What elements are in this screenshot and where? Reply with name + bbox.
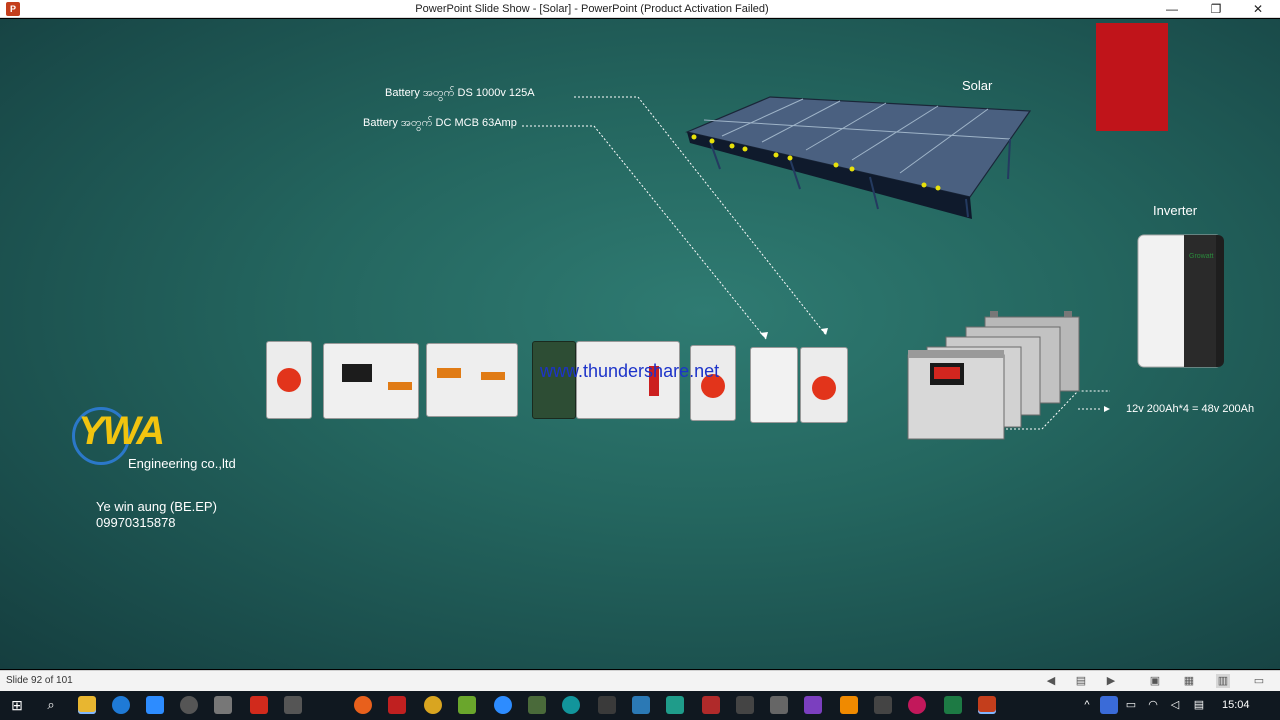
taskbar-clock[interactable]: 15:04 xyxy=(1222,691,1250,720)
minimize-button[interactable]: — xyxy=(1152,0,1192,18)
arrowhead xyxy=(760,332,768,339)
app-icon[interactable] xyxy=(424,696,442,714)
wifi-icon[interactable]: ◠ xyxy=(1144,696,1162,714)
solar-panel-array xyxy=(685,96,1032,219)
battery-ds-switch xyxy=(800,347,848,423)
slide-indicator: Slide 92 of 101 xyxy=(6,675,73,686)
logo-text: YWA xyxy=(78,409,165,453)
arrowhead xyxy=(1104,406,1110,412)
next-icon[interactable]: ▶ xyxy=(1104,674,1118,688)
close-button[interactable]: ✕ xyxy=(1238,0,1278,18)
app-icon[interactable] xyxy=(632,696,650,714)
search-icon[interactable]: ⌕ xyxy=(42,696,60,714)
edge-icon[interactable] xyxy=(112,696,130,714)
arrowhead xyxy=(821,328,828,335)
app-icon[interactable] xyxy=(736,696,754,714)
tray-chevron-icon[interactable]: ^ xyxy=(1078,696,1096,714)
normal-view-icon[interactable]: ▣ xyxy=(1148,674,1162,688)
slide-canvas[interactable]: Battery အတွက် DS 1000v 125A Battery အတွက… xyxy=(0,19,1280,669)
powerpoint-icon[interactable] xyxy=(978,696,996,714)
contact-name: Ye win aung (BE.EP) xyxy=(96,499,217,514)
vlc-icon[interactable] xyxy=(840,696,858,714)
battery-icon[interactable]: ▭ xyxy=(1122,696,1140,714)
arduino-icon[interactable] xyxy=(562,696,580,714)
app-icon[interactable] xyxy=(874,696,892,714)
voltage-protector xyxy=(323,343,419,419)
app-icon[interactable] xyxy=(598,696,616,714)
slideshow-status-bar: Slide 92 of 101 ◀ ▤ ▶ ▣ ▦ ▥ ▭ xyxy=(0,670,1280,691)
solar-label: Solar xyxy=(962,78,993,93)
dc-surge-protector xyxy=(426,343,518,417)
acrobat-icon[interactable] xyxy=(250,696,268,714)
watermark-text: www.thundershare.net xyxy=(540,361,720,381)
red-block xyxy=(1096,23,1168,131)
dc-isolator-switch xyxy=(266,341,312,419)
tray-app-icon[interactable] xyxy=(1100,696,1118,714)
windows-start-icon[interactable]: ⊞ xyxy=(8,696,26,714)
slideshow-icon[interactable]: ▭ xyxy=(1252,674,1266,688)
battery-dc-mcb xyxy=(750,347,798,423)
app-icon[interactable] xyxy=(702,696,720,714)
record-icon[interactable] xyxy=(908,696,926,714)
app-icon[interactable] xyxy=(388,696,406,714)
windows-taskbar: ⊞ ⌕ ^ ▭ ◠ ◁ ▤ 15:04 xyxy=(0,691,1280,720)
contact-phone: 09970315878 xyxy=(96,515,176,530)
zoom-icon[interactable] xyxy=(146,696,164,714)
restore-button[interactable]: ❐ xyxy=(1196,0,1236,18)
window-title: PowerPoint Slide Show - [Solar] - PowerP… xyxy=(415,3,769,15)
app-icon[interactable] xyxy=(458,696,476,714)
mcb-label: Battery အတွက် DC MCB 63Amp xyxy=(363,117,517,129)
notification-icon[interactable]: ▤ xyxy=(1190,696,1208,714)
chrome-icon[interactable] xyxy=(180,696,198,714)
reading-view-icon[interactable]: ▥ xyxy=(1216,674,1230,688)
excel-icon[interactable] xyxy=(944,696,962,714)
settings-icon[interactable] xyxy=(214,696,232,714)
app-icon[interactable] xyxy=(528,696,546,714)
company-name: Engineering co.,ltd xyxy=(128,456,236,471)
zoom-icon[interactable] xyxy=(494,696,512,714)
dc-isolator-switch-2 xyxy=(690,345,736,421)
battery-spec-label: 12v 200Ah*4 = 48v 200Ah xyxy=(1126,403,1255,415)
firefox-icon[interactable] xyxy=(354,696,372,714)
notes-icon[interactable]: ▤ xyxy=(1074,674,1088,688)
app-icon[interactable] xyxy=(284,696,302,714)
app-icon[interactable] xyxy=(666,696,684,714)
prev-icon[interactable]: ◀ xyxy=(1044,674,1058,688)
file-explorer-icon[interactable] xyxy=(78,696,96,714)
window-title-bar: P PowerPoint Slide Show - [Solar] - Powe… xyxy=(0,0,1280,18)
inverter-brand-label: Growatt xyxy=(1189,253,1214,260)
slide-sorter-icon[interactable]: ▦ xyxy=(1182,674,1196,688)
app-icon[interactable] xyxy=(770,696,788,714)
visual-studio-icon[interactable] xyxy=(804,696,822,714)
mcb-leader-line xyxy=(522,125,767,340)
battery-bank xyxy=(907,311,1080,440)
inverter-label: Inverter xyxy=(1153,203,1198,218)
ds-label: Battery အတွက် DS 1000v 125A xyxy=(385,87,535,99)
volume-icon[interactable]: ◁ xyxy=(1166,696,1184,714)
